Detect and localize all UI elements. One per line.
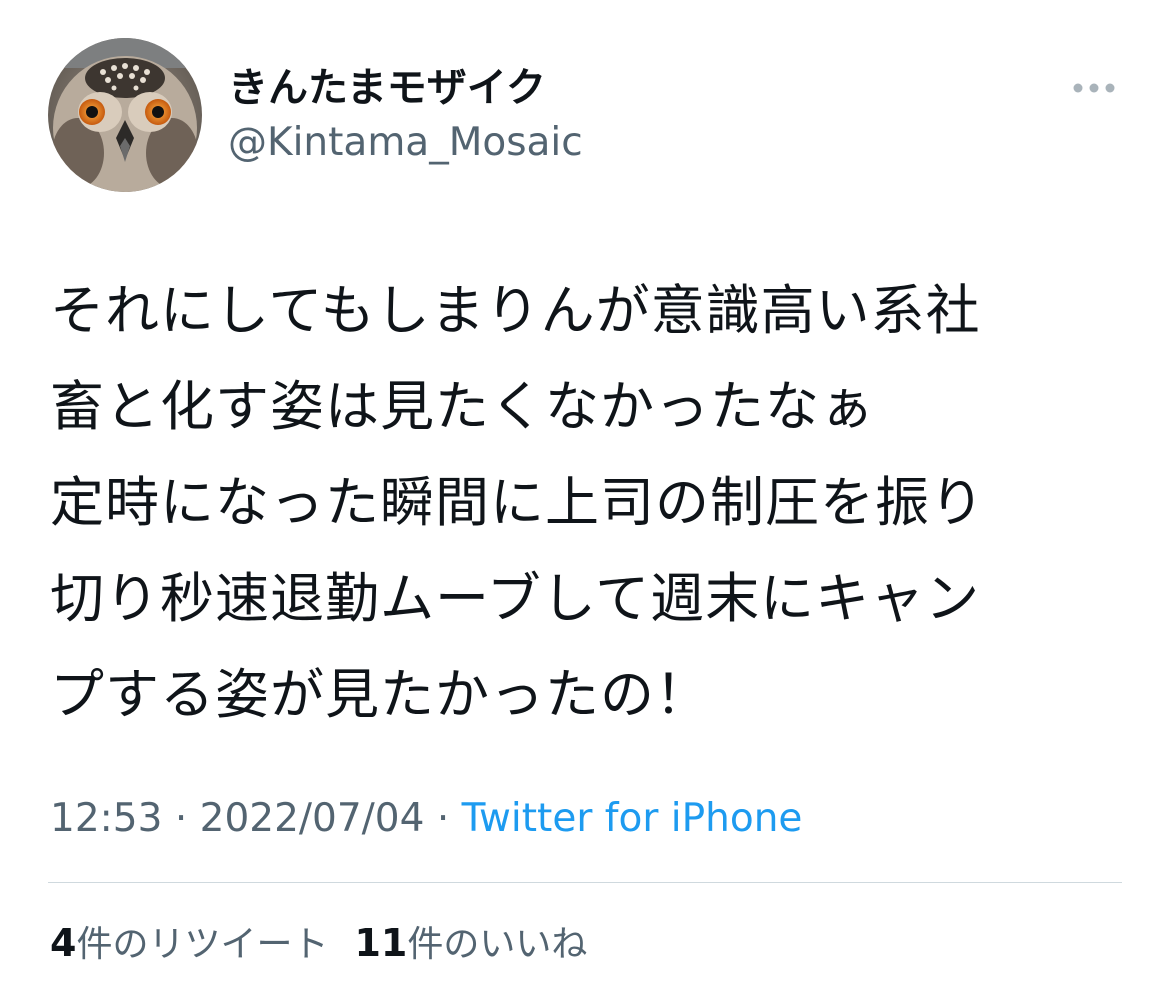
- likes-count: 11: [354, 921, 408, 965]
- retweets-label: 件のリツイート: [76, 924, 329, 965]
- tweet-text: それにしてもしまりんが意識高い系社 畜と化す姿は見たくなかったなぁ 定時になった…: [50, 263, 1125, 743]
- tweet-metadata: 12:53 · 2022/07/04 · Twitter for iPhone: [50, 792, 802, 846]
- divider: [48, 882, 1122, 883]
- retweets-count: 4: [50, 921, 77, 965]
- owl-avatar[interactable]: [48, 38, 202, 192]
- display-name[interactable]: きんたまモザイク: [228, 62, 546, 114]
- likes-label: 件のいいね: [407, 924, 588, 965]
- tweet-date[interactable]: 2022/07/04: [200, 796, 425, 841]
- tweet-text-line: 畜と化す姿は見たくなかったなぁ: [50, 375, 875, 438]
- retweets-stat[interactable]: 4件のリツイート: [50, 921, 329, 965]
- tweet-text-line: それにしてもしまりんが意識高い系社: [50, 279, 981, 342]
- tweet-source-link[interactable]: Twitter for iPhone: [462, 796, 803, 841]
- tweet-text-line: プする姿が見たかったの！: [50, 663, 710, 726]
- tweet-text-line: 定時になった瞬間に上司の制圧を振り: [50, 471, 985, 534]
- meta-separator: ·: [174, 796, 188, 841]
- likes-stat[interactable]: 11件のいいね: [354, 921, 588, 965]
- meta-separator: ·: [436, 796, 450, 841]
- more-options-button[interactable]: [1066, 70, 1122, 106]
- user-handle[interactable]: @Kintama_Mosaic: [228, 118, 583, 168]
- more-horizontal-icon: [1073, 83, 1115, 93]
- tweet-stats: 4件のリツイート 11件のいいね: [50, 915, 587, 973]
- tweet-time[interactable]: 12:53: [50, 796, 162, 841]
- owl-avatar-image: [48, 38, 202, 192]
- tweet-text-line: 切り秒速退勤ムーブして週末にキャン: [50, 567, 981, 630]
